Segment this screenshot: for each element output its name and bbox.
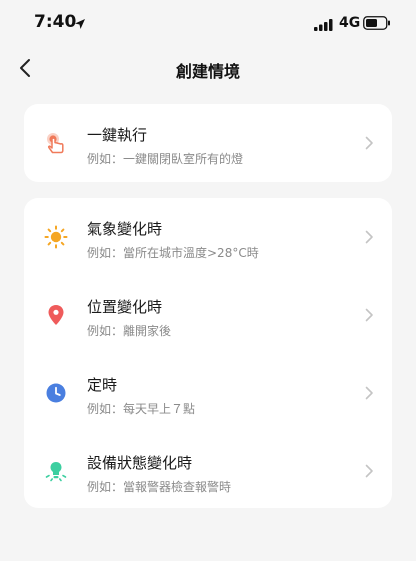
page-title: 創建情境	[175, 62, 240, 81]
device-bulb-icon	[44, 459, 68, 483]
condition-title: 氣象變化時	[87, 220, 163, 238]
condition-subtitle: 例如：當所在城市溫度>28°C時	[87, 246, 259, 260]
condition-row-weather[interactable]: 氣象變化時 例如：當所在城市溫度>28°C時	[24, 198, 392, 276]
condition-subtitle: 例如：離開家後	[87, 324, 172, 338]
signal-bars-icon	[314, 16, 334, 35]
status-bar: 7:40 4G	[0, 0, 416, 46]
clock-icon	[44, 381, 68, 405]
chevron-right-icon	[365, 229, 374, 248]
quick-action-card: 一鍵執行 例如：一鍵關閉臥室所有的燈	[24, 104, 392, 182]
network-type: 4G	[339, 15, 361, 31]
condition-row-timer[interactable]: 定時 例如：每天早上７點	[24, 354, 392, 432]
quick-action-title: 一鍵執行	[87, 126, 148, 144]
condition-subtitle: 例如：當報警器檢查報警時	[87, 480, 232, 494]
quick-action-row[interactable]: 一鍵執行 例如：一鍵關閉臥室所有的燈	[24, 104, 392, 182]
battery-icon	[363, 15, 391, 34]
condition-title: 位置變化時	[87, 298, 163, 316]
nav-bar: 創建情境	[0, 46, 416, 90]
sun-icon	[44, 225, 68, 249]
chevron-right-icon	[365, 307, 374, 326]
condition-row-location[interactable]: 位置變化時 例如：離開家後	[24, 276, 392, 354]
tap-hand-icon	[44, 131, 68, 155]
conditions-card: 氣象變化時 例如：當所在城市溫度>28°C時 位置變化時 例如：離開家後 定時 …	[24, 198, 392, 508]
chevron-right-icon	[365, 463, 374, 482]
condition-subtitle: 例如：每天早上７點	[87, 402, 196, 416]
chevron-right-icon	[365, 135, 374, 154]
status-time: 7:40	[34, 12, 77, 32]
condition-title: 定時	[87, 376, 118, 394]
quick-action-subtitle: 例如：一鍵關閉臥室所有的燈	[87, 152, 244, 166]
condition-row-device[interactable]: 設備狀態變化時 例如：當報警器檢查報警時	[24, 432, 392, 510]
location-pin-icon	[44, 303, 68, 327]
chevron-right-icon	[365, 385, 374, 404]
location-arrow-icon	[74, 15, 86, 34]
condition-title: 設備狀態變化時	[87, 454, 193, 472]
